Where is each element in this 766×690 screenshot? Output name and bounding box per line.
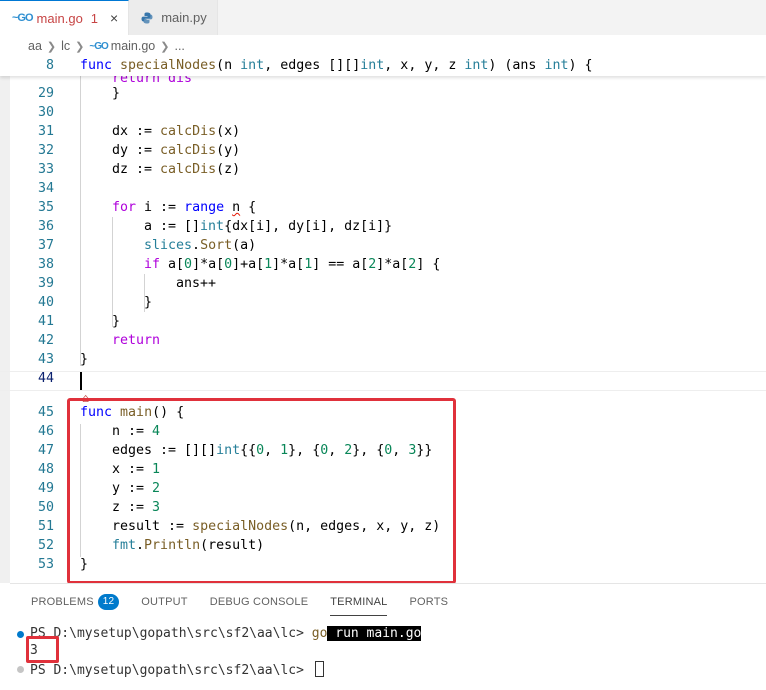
bottom-panel: PROBLEMS 12 OUTPUT DEBUG CONSOLE TERMINA…: [10, 583, 766, 690]
code-line: slices.Sort(a): [144, 238, 256, 253]
code-line: a := []int{dx[i], dy[i], dz[i]}: [144, 219, 392, 234]
tab-debug-console[interactable]: DEBUG CONSOLE: [210, 584, 309, 620]
command-pending-dot-icon[interactable]: [17, 666, 24, 673]
tab-main-go[interactable]: ~GO main.go 1 ×: [0, 0, 130, 35]
chevron-right-icon: ❯: [75, 40, 85, 53]
breadcrumb-item[interactable]: aa: [28, 39, 42, 53]
indent-guide: [112, 217, 113, 327]
go-file-icon: ~GO: [89, 40, 108, 52]
line-number: 35: [37, 200, 54, 215]
breadcrumb-item[interactable]: ...: [174, 39, 184, 53]
panel-tab-bar: PROBLEMS 12 OUTPUT DEBUG CONSOLE TERMINA…: [10, 584, 766, 620]
line-number: 48: [37, 462, 54, 477]
code-editor[interactable]: return dis 8 func specialNodes(n int, ed…: [0, 57, 766, 583]
code-line: }: [112, 86, 121, 101]
line-number: 39: [37, 276, 54, 291]
line-number: 40: [37, 295, 54, 310]
sticky-scroll-header[interactable]: 8 func specialNodes(n int, edges [][]int…: [0, 57, 766, 76]
line-number: 51: [37, 519, 54, 534]
python-icon: [141, 12, 153, 23]
line-number: 45: [37, 405, 54, 420]
terminal-command: go: [311, 626, 328, 641]
code-line: return: [112, 333, 161, 348]
code-line: for i := range n {: [112, 200, 256, 215]
line-number: 49: [37, 481, 54, 496]
code-line: }: [144, 295, 153, 310]
tab-label: main.go: [36, 10, 83, 26]
line-number: 38: [37, 257, 54, 272]
line-number: 43: [37, 352, 54, 367]
breadcrumb-item[interactable]: main.go: [111, 39, 155, 53]
code-text: dx := calcDis(x): [112, 124, 241, 139]
annotation-output-box: [26, 636, 59, 663]
close-icon[interactable]: ×: [110, 10, 118, 26]
problems-count-badge: 12: [97, 594, 120, 610]
code-line: if a[0]*a[0]+a[1]*a[1] == a[2]*a[2] {: [144, 257, 440, 272]
terminal-line: PS D:\mysetup\gopath\src\sf2\aa\lc> go r…: [30, 626, 422, 641]
tab-main-py[interactable]: main.py: [129, 0, 218, 35]
line-number: 32: [37, 143, 54, 158]
breadcrumb: aa ❯ lc ❯ ~GO main.go ❯ ...: [0, 35, 766, 57]
code-text: dz := calcDis(z): [112, 162, 241, 177]
chevron-right-icon: ❯: [160, 40, 170, 53]
line-number: 33: [37, 162, 54, 177]
problem-count-badge: 1: [90, 10, 99, 26]
terminal-prompt: PS D:\mysetup\gopath\src\sf2\aa\lc>: [30, 626, 312, 641]
indent-guide: [80, 76, 81, 366]
code-text: if a[0]*a[0]+a[1]*a[1] == a[2]*a[2] {: [144, 257, 441, 272]
go-file-icon: ~GO: [12, 12, 34, 24]
line-number: 34: [37, 181, 54, 196]
tab-label: PROBLEMS: [31, 596, 94, 608]
line-number: 46: [37, 424, 54, 439]
terminal-cursor: [314, 661, 324, 677]
code-line: }: [80, 352, 89, 367]
terminal[interactable]: PS D:\mysetup\gopath\src\sf2\aa\lc> go r…: [10, 620, 766, 690]
terminal-line: PS D:\mysetup\gopath\src\sf2\aa\lc>: [30, 661, 324, 678]
sticky-code: func specialNodes(n int, edges [][]int, …: [80, 58, 593, 73]
line-number: 47: [37, 443, 54, 458]
line-number: 8: [45, 58, 54, 73]
tab-problems[interactable]: PROBLEMS 12: [31, 584, 120, 620]
line-number: 36: [37, 219, 54, 234]
code-text: dy := calcDis(y): [112, 143, 241, 158]
line-number: 42: [37, 333, 54, 348]
command-success-dot-icon[interactable]: [17, 631, 24, 638]
line-number: 53: [37, 557, 54, 572]
tab-terminal[interactable]: TERMINAL: [330, 584, 388, 620]
code-text: for i := range n {: [112, 200, 257, 215]
tab-label: DEBUG CONSOLE: [209, 596, 309, 608]
breadcrumb-item[interactable]: lc: [61, 39, 70, 53]
code-line: dy := calcDis(y): [112, 143, 240, 158]
annotation-highlight-box: [67, 398, 456, 583]
line-number: 41: [37, 314, 54, 329]
line-number: 29: [37, 86, 54, 101]
code-text: ans++: [176, 276, 217, 291]
tab-label: PORTS: [409, 596, 449, 608]
text-cursor: [80, 372, 82, 390]
activity-strip: [0, 57, 10, 583]
editor-tab-bar: ~GO main.go 1 × main.py: [0, 0, 766, 35]
current-line-highlight: [0, 371, 766, 391]
code-text: a := []int{dx[i], dy[i], dz[i]}: [144, 219, 393, 234]
code-line: dx := calcDis(x): [112, 124, 240, 139]
tab-label: TERMINAL: [330, 596, 388, 608]
tab-ports[interactable]: PORTS: [409, 584, 448, 620]
terminal-prompt: PS D:\mysetup\gopath\src\sf2\aa\lc>: [30, 663, 312, 678]
terminal-command-selected: run main.go: [327, 626, 422, 641]
line-number: 37: [37, 238, 54, 253]
line-number: 31: [37, 124, 54, 139]
chevron-right-icon: ❯: [46, 40, 57, 53]
line-number: 44: [37, 371, 54, 386]
code-line: dz := calcDis(z): [112, 162, 240, 177]
tab-label: OUTPUT: [141, 596, 188, 608]
code-text: slices.Sort(a): [144, 238, 257, 253]
code-line: }: [112, 314, 121, 329]
code-line: ans++: [176, 276, 216, 291]
line-number: 50: [37, 500, 54, 515]
line-number: 30: [37, 105, 54, 120]
tab-output[interactable]: OUTPUT: [141, 584, 187, 620]
line-number: 52: [37, 538, 54, 553]
tab-label: main.py: [161, 10, 207, 25]
